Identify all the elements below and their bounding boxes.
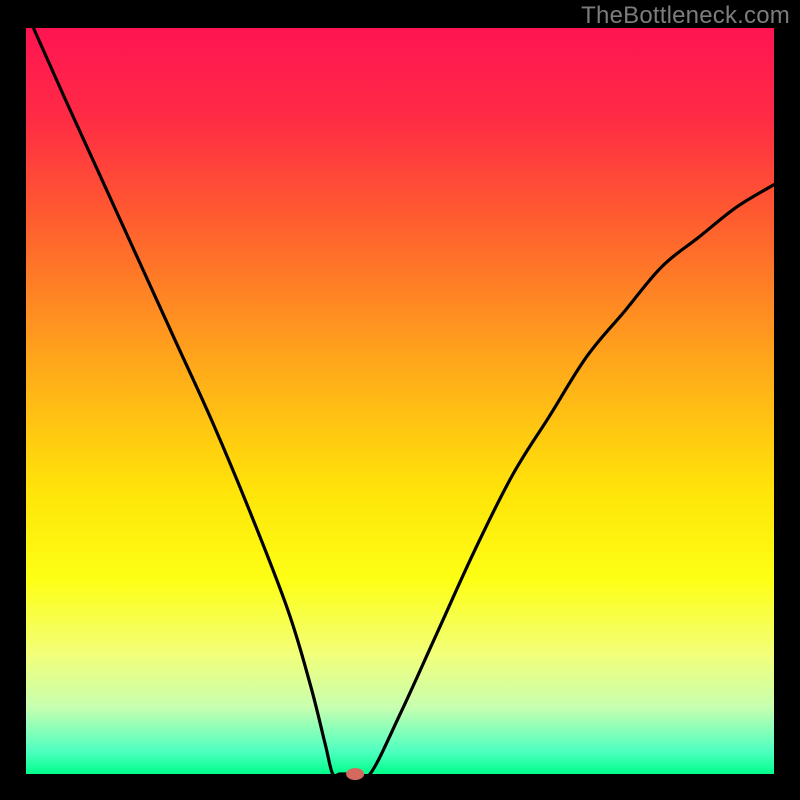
bottleneck-chart	[0, 0, 800, 800]
chart-frame: TheBottleneck.com	[0, 0, 800, 800]
optimal-point-marker	[346, 768, 364, 780]
plot-background	[26, 28, 774, 774]
watermark-text: TheBottleneck.com	[581, 2, 790, 30]
